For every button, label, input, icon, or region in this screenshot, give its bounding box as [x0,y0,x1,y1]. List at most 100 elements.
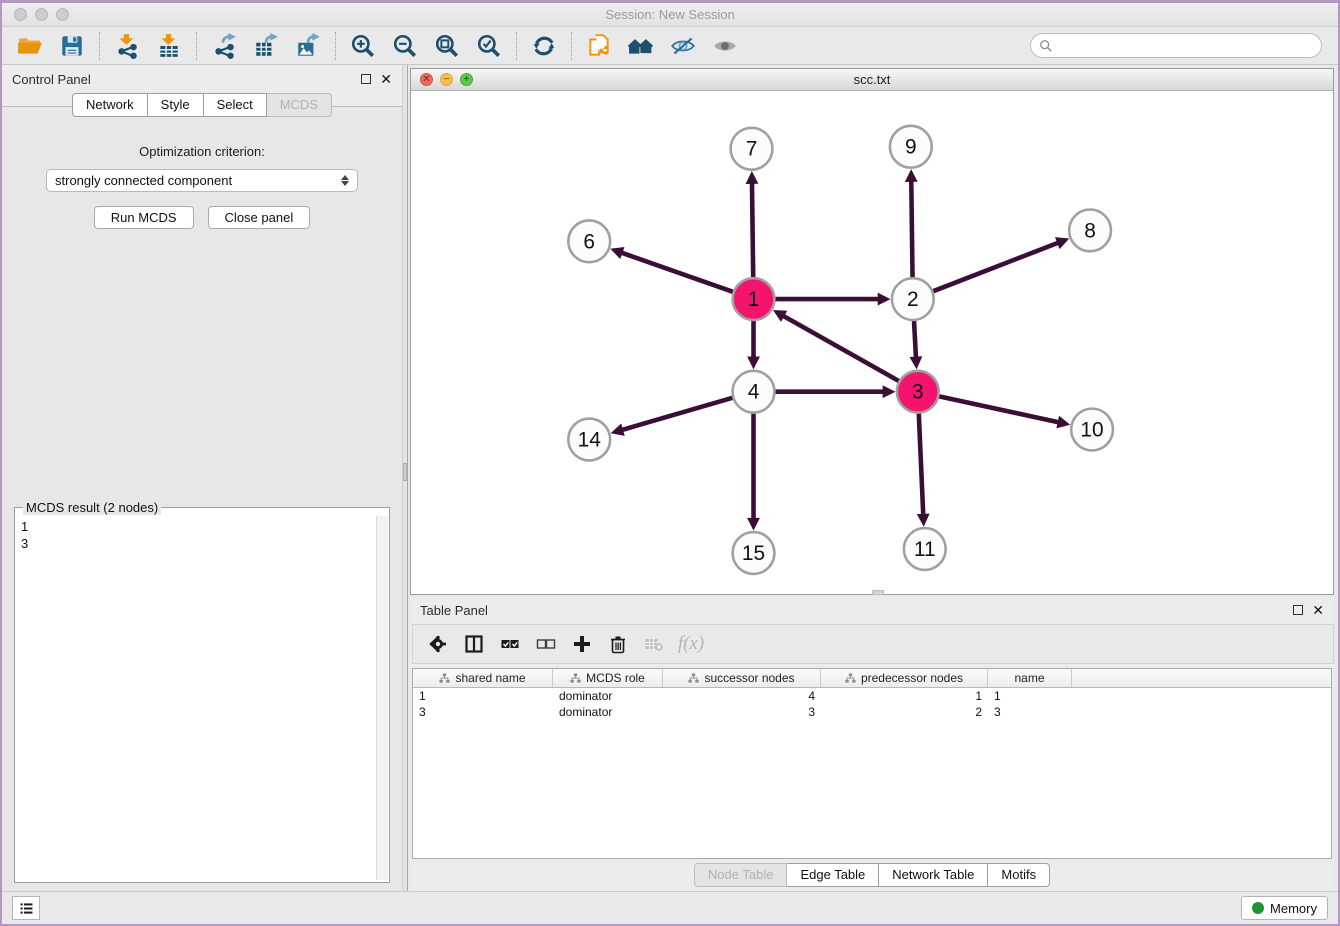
mcds-result-line: 1 [21,518,371,535]
optimization-criterion-select[interactable]: strongly connected component [46,169,358,192]
tab-network[interactable]: Network [72,93,148,117]
unselect-all-columns-button[interactable] [531,629,561,659]
edge-4-14[interactable] [622,398,733,430]
search-box[interactable] [1030,33,1322,58]
tab-style[interactable]: Style [148,93,204,117]
cell-name[interactable]: 1 [988,689,1072,703]
edge-2-3[interactable] [914,321,916,358]
hide-eye-button[interactable] [663,30,703,62]
float-panel-icon[interactable] [361,74,371,84]
function-builder-button[interactable]: f(x) [675,629,705,659]
documents-share-button[interactable] [579,30,619,62]
zoom-out-button[interactable] [385,30,425,62]
network-zoom-button[interactable]: + [460,73,473,86]
export-image-button[interactable] [288,30,328,62]
select-all-columns-button[interactable] [495,629,525,659]
run-mcds-button[interactable]: Run MCDS [94,206,194,229]
table-row[interactable]: 3dominator323 [413,704,1331,720]
tab-mcds[interactable]: MCDS [267,93,332,117]
search-input[interactable] [1058,39,1313,53]
create-column-button[interactable] [567,629,597,659]
edge-1-6[interactable] [621,253,733,292]
table-tab-motifs[interactable]: Motifs [988,863,1050,887]
cell-name[interactable]: 3 [988,705,1072,719]
divider-handle-icon[interactable] [403,463,407,481]
edge-2-8[interactable] [933,243,1058,292]
column-header-successor-nodes[interactable]: successor nodes [663,669,821,687]
memory-button[interactable]: Memory [1241,896,1328,920]
houses-button[interactable] [621,30,661,62]
export-table-button[interactable] [246,30,286,62]
zoom-in-button[interactable] [343,30,383,62]
table-tab-node-table[interactable]: Node Table [694,863,788,887]
network-minimize-button[interactable]: − [440,73,453,86]
checkboxes-unchecked-icon [536,634,556,654]
cell-successor-nodes[interactable]: 4 [663,689,821,703]
import-table-button[interactable] [149,30,189,62]
control-panel-header: Control Panel ✕ [2,65,402,93]
table-settings-button[interactable] [423,629,453,659]
zoom-selected-icon [476,33,502,59]
close-panel-icon[interactable]: ✕ [380,74,392,84]
close-window-button[interactable] [14,8,27,21]
close-panel-button[interactable]: Close panel [208,206,311,229]
zoom-window-button[interactable] [56,8,69,21]
network-window-title: scc.txt [854,72,891,87]
result-scrollbar[interactable] [376,516,388,880]
node-label-8: 8 [1084,219,1096,242]
table-tab-edge-table[interactable]: Edge Table [787,863,879,887]
eye-slash-icon [670,33,696,59]
refresh-button[interactable] [524,30,564,62]
open-session-button[interactable] [10,30,50,62]
status-bar: Memory [2,891,1338,924]
control-panel-tabs: NetworkStyleSelectMCDS [2,93,402,117]
zoom-selected-button[interactable] [469,30,509,62]
node-label-2: 2 [907,288,919,311]
show-columns-button[interactable] [459,629,489,659]
edge-1-7[interactable] [752,183,753,278]
edge-3-1[interactable] [783,316,899,381]
edge-3-11[interactable] [919,414,924,516]
cell-predecessor-nodes[interactable]: 1 [821,689,988,703]
table-row[interactable]: 1dominator411 [413,688,1331,704]
close-table-panel-icon[interactable]: ✕ [1312,605,1324,615]
column-header-shared-name[interactable]: shared name [413,669,553,687]
import-network-button[interactable] [107,30,147,62]
float-table-panel-icon[interactable] [1293,605,1303,615]
task-history-button[interactable] [12,896,40,920]
column-type-icon [570,673,581,684]
export-network-button[interactable] [204,30,244,62]
delete-column-button[interactable] [603,629,633,659]
edge-2-9[interactable] [911,181,912,278]
node-label-6: 6 [583,230,595,253]
network-hscroll-handle[interactable] [872,590,884,595]
node-label-15: 15 [742,542,765,565]
delete-table-button[interactable] [639,629,669,659]
cell-MCDS-role[interactable]: dominator [553,689,663,703]
column-header-MCDS-role[interactable]: MCDS role [553,669,663,687]
cell-MCDS-role[interactable]: dominator [553,705,663,719]
show-eye-button[interactable] [705,30,745,62]
column-header-predecessor-nodes[interactable]: predecessor nodes [821,669,988,687]
toolbar-separator [99,32,100,60]
export-table-icon [253,33,279,59]
cell-predecessor-nodes[interactable]: 2 [821,705,988,719]
zoom-fit-button[interactable] [427,30,467,62]
column-header-label: shared name [455,671,525,685]
network-canvas[interactable]: 7968124314101511 [411,91,1333,594]
tab-select[interactable]: Select [204,93,267,117]
table-tab-network-table[interactable]: Network Table [879,863,988,887]
edge-3-10[interactable] [939,396,1059,422]
mcds-panel: Optimization criterion: strongly connect… [2,106,402,891]
cell-successor-nodes[interactable]: 3 [663,705,821,719]
panel-divider[interactable] [402,65,408,891]
cell-shared-name[interactable]: 1 [413,689,553,703]
column-header-name[interactable]: name [988,669,1072,687]
minimize-window-button[interactable] [35,8,48,21]
mcds-result-list[interactable]: 13 [17,516,375,880]
column-header-label: predecessor nodes [861,671,963,685]
mcds-result-line: 3 [21,535,371,552]
network-close-button[interactable]: ✕ [420,73,433,86]
save-session-button[interactable] [52,30,92,62]
cell-shared-name[interactable]: 3 [413,705,553,719]
